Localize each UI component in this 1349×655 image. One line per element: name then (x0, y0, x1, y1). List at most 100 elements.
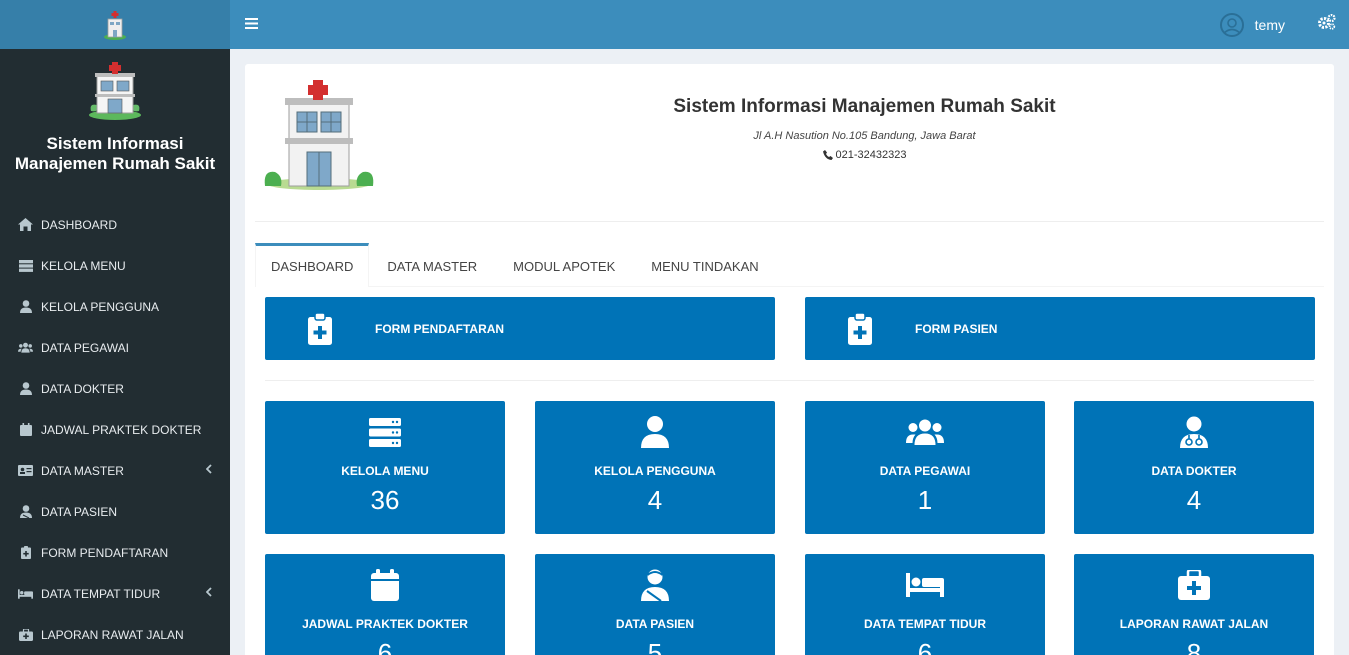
tile-value: 4 (1186, 485, 1202, 515)
tile-label: DATA PASIEN (615, 617, 695, 631)
sidebar-item-dashboard[interactable]: DASHBOARD (0, 204, 230, 245)
sidebar-item-label: FORM PENDAFTARAN (41, 545, 169, 560)
sidebar-item-kelola-menu[interactable]: KELOLA MENU (0, 245, 230, 286)
tile-kelola-pengguna[interactable]: KELOLA PENGGUNA 4 (535, 401, 775, 534)
gears-icon (1318, 13, 1336, 35)
tab-modul-apotek[interactable]: MODUL APOTEK (495, 243, 633, 287)
sidebar-item-label: DATA PEGAWAI (41, 340, 130, 355)
sidebar-brand-title: Sistem Informasi Manajemen Rumah Sakit (14, 134, 216, 173)
tile-data-tempat-tidur[interactable]: DATA TEMPAT TIDUR 6 (805, 554, 1045, 655)
sidebar-item-form-pendaftaran[interactable]: FORM PENDAFTARAN (0, 532, 230, 573)
phone-icon (822, 150, 833, 160)
username: temy (1254, 16, 1285, 33)
tile-data-pasien[interactable]: DATA PASIEN 5 (535, 554, 775, 655)
hospital-address: Jl A.H Nasution No.105 Bandung, Jawa Bar… (753, 130, 976, 142)
tab-menu-tindakan[interactable]: MENU TINDAKAN (633, 243, 776, 287)
tile-value: 5 (647, 638, 663, 655)
tile-jadwal-praktek-dokter[interactable]: JADWAL PRAKTEK DOKTER 6 (265, 554, 505, 655)
tile-data-dokter[interactable]: DATA DOKTER 4 (1074, 401, 1314, 534)
home-icon (18, 218, 33, 232)
tile-laporan-rawat-jalan[interactable]: LAPORAN RAWAT JALAN 8 (1074, 554, 1314, 655)
topbar-right: temy (1219, 0, 1349, 49)
clipboard-medical-icon (805, 312, 915, 345)
hospital-logo-small-icon (104, 10, 126, 40)
tile-value: 6 (377, 638, 393, 655)
tile-label: KELOLA PENGGUNA (594, 464, 716, 478)
tile-label: LAPORAN RAWAT JALAN (1119, 617, 1269, 631)
tile-value: 4 (647, 485, 663, 515)
sidebar-brand: Sistem Informasi Manajemen Rumah Sakit (0, 49, 230, 174)
sidebar-item-data-master[interactable]: DATA MASTER (0, 450, 230, 491)
sidebar-item-label: KELOLA PENGGUNA (41, 299, 160, 314)
tab-data-master[interactable]: DATA MASTER (369, 243, 495, 287)
calendar-icon (265, 569, 505, 601)
sidebar-menu: DASHBOARD KELOLA MENU KELOLA PENGGUNA DA… (0, 204, 230, 655)
tile-label: DATA TEMPAT TIDUR (864, 617, 986, 631)
server-icon (265, 416, 505, 448)
main-tabs: DASHBOARD DATA MASTER MODUL APOTEK MENU … (255, 243, 1324, 287)
sidebar-item-label: JADWAL PRAKTEK DOKTER (41, 422, 202, 437)
sidebar-item-jadwal-praktek-dokter[interactable]: JADWAL PRAKTEK DOKTER (0, 409, 230, 450)
form-button-label: FORM PASIEN (915, 321, 998, 336)
avatar (1219, 12, 1245, 38)
bed-icon (805, 569, 1045, 601)
bed-icon (18, 587, 33, 601)
sidebar-item-kelola-pengguna[interactable]: KELOLA PENGGUNA (0, 286, 230, 327)
sidebar-logo-bar[interactable] (0, 0, 230, 49)
hospital-logo-icon (89, 62, 141, 120)
hospital-phone-row: 021-32432323 (405, 149, 1324, 161)
sidebar: Sistem Informasi Manajemen Rumah Sakit D… (0, 0, 230, 655)
sidebar-item-label: DASHBOARD (41, 217, 118, 232)
sidebar-item-label: DATA MASTER (41, 463, 124, 478)
user-injured-icon (535, 569, 775, 601)
chevron-left-icon (205, 463, 212, 477)
sidebar-item-data-tempat-tidur[interactable]: DATA TEMPAT TIDUR (0, 573, 230, 614)
tile-data-pegawai[interactable]: DATA PEGAWAI 1 (805, 401, 1045, 534)
sidebar-item-label: KELOLA MENU (41, 258, 126, 273)
form-pendaftaran-button[interactable]: FORM PENDAFTARAN (265, 297, 775, 360)
users-icon (805, 416, 1045, 448)
sidebar-item-data-pasien[interactable]: DATA PASIEN (0, 491, 230, 532)
tile-label: DATA PEGAWAI (879, 464, 971, 478)
tab-dashboard[interactable]: DASHBOARD (255, 243, 370, 287)
hamburger-icon (244, 16, 258, 34)
medkit-icon (18, 628, 33, 642)
tile-kelola-menu[interactable]: KELOLA MENU 36 (265, 401, 505, 534)
user-md-icon (1074, 416, 1314, 448)
clipboard-medical-icon (265, 312, 375, 345)
calendar-icon (18, 423, 33, 437)
sidebar-item-data-pegawai[interactable]: DATA PEGAWAI (0, 327, 230, 368)
sidebar-item-label: LAPORAN RAWAT JALAN (41, 627, 184, 642)
divider (265, 380, 1314, 381)
user-menu[interactable]: temy (1219, 12, 1285, 38)
dashboard-box: Sistem Informasi Manajemen Rumah Sakit J… (245, 64, 1334, 655)
sidebar-item-laporan-rawat-jalan[interactable]: LAPORAN RAWAT JALAN (0, 614, 230, 655)
form-pasien-button[interactable]: FORM PASIEN (805, 297, 1315, 360)
sidebar-item-label: DATA PASIEN (41, 504, 118, 519)
chevron-left-icon (205, 586, 212, 600)
user-md-icon (18, 382, 33, 396)
hospital-phone: 021-32432323 (835, 149, 907, 161)
topbar: temy (230, 0, 1349, 49)
tile-label: JADWAL PRAKTEK DOKTER (302, 617, 468, 631)
tile-value: 6 (917, 638, 933, 655)
user-icon (535, 416, 775, 448)
hospital-header: Sistem Informasi Manajemen Rumah Sakit J… (255, 64, 1324, 222)
clipboard-medical-icon (18, 546, 33, 560)
form-button-label: FORM PENDAFTARAN (375, 321, 505, 336)
medkit-icon (1074, 569, 1314, 601)
user-injured-icon (18, 505, 33, 519)
hospital-header-text: Sistem Informasi Manajemen Rumah Sakit J… (255, 96, 1324, 161)
settings-button[interactable] (1305, 0, 1349, 49)
users-icon (18, 341, 33, 355)
id-card-icon (18, 464, 33, 478)
sidebar-item-data-dokter[interactable]: DATA DOKTER (0, 368, 230, 409)
sidebar-item-label: DATA TEMPAT TIDUR (41, 586, 161, 601)
tile-value: 8 (1186, 638, 1202, 655)
sidebar-item-label: DATA DOKTER (41, 381, 124, 396)
sidebar-toggle-button[interactable] (230, 0, 272, 49)
tile-label: KELOLA MENU (341, 464, 429, 478)
user-icon (18, 300, 33, 314)
server-icon (18, 259, 33, 273)
hospital-name: Sistem Informasi Manajemen Rumah Sakit (673, 96, 1056, 117)
